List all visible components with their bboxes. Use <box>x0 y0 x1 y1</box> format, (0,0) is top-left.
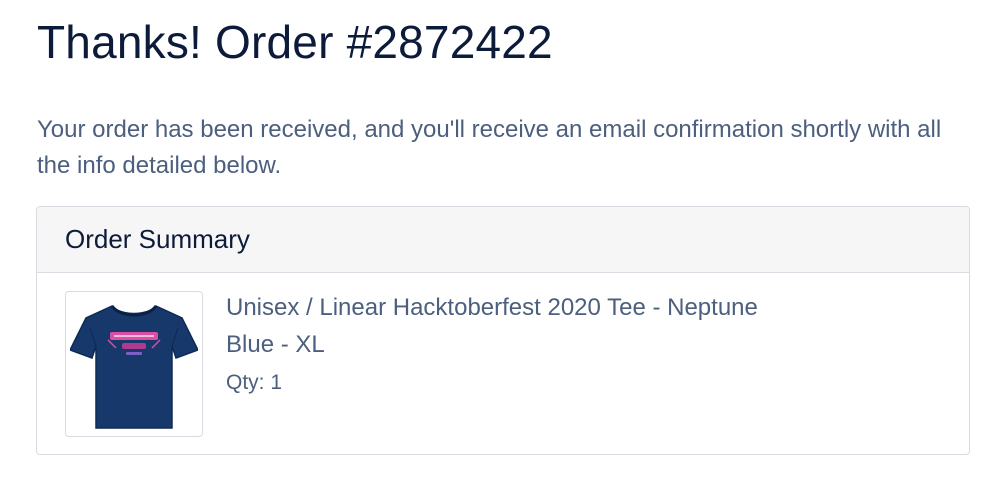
order-summary-title: Order Summary <box>65 224 250 254</box>
product-thumbnail[interactable] <box>65 291 203 437</box>
item-name: Unisex / Linear Hacktoberfest 2020 Tee -… <box>226 294 758 358</box>
confirmation-message: Your order has been received, and you'll… <box>37 116 942 179</box>
page-title: Thanks! Order #2872422 <box>37 16 553 68</box>
item-quantity: Qty: 1 <box>226 371 283 394</box>
order-summary-header: Order Summary <box>37 207 969 273</box>
order-summary-card: Order Summary Unisex / Linear Hacktoberf… <box>36 206 970 455</box>
tshirt-icon <box>70 304 198 429</box>
